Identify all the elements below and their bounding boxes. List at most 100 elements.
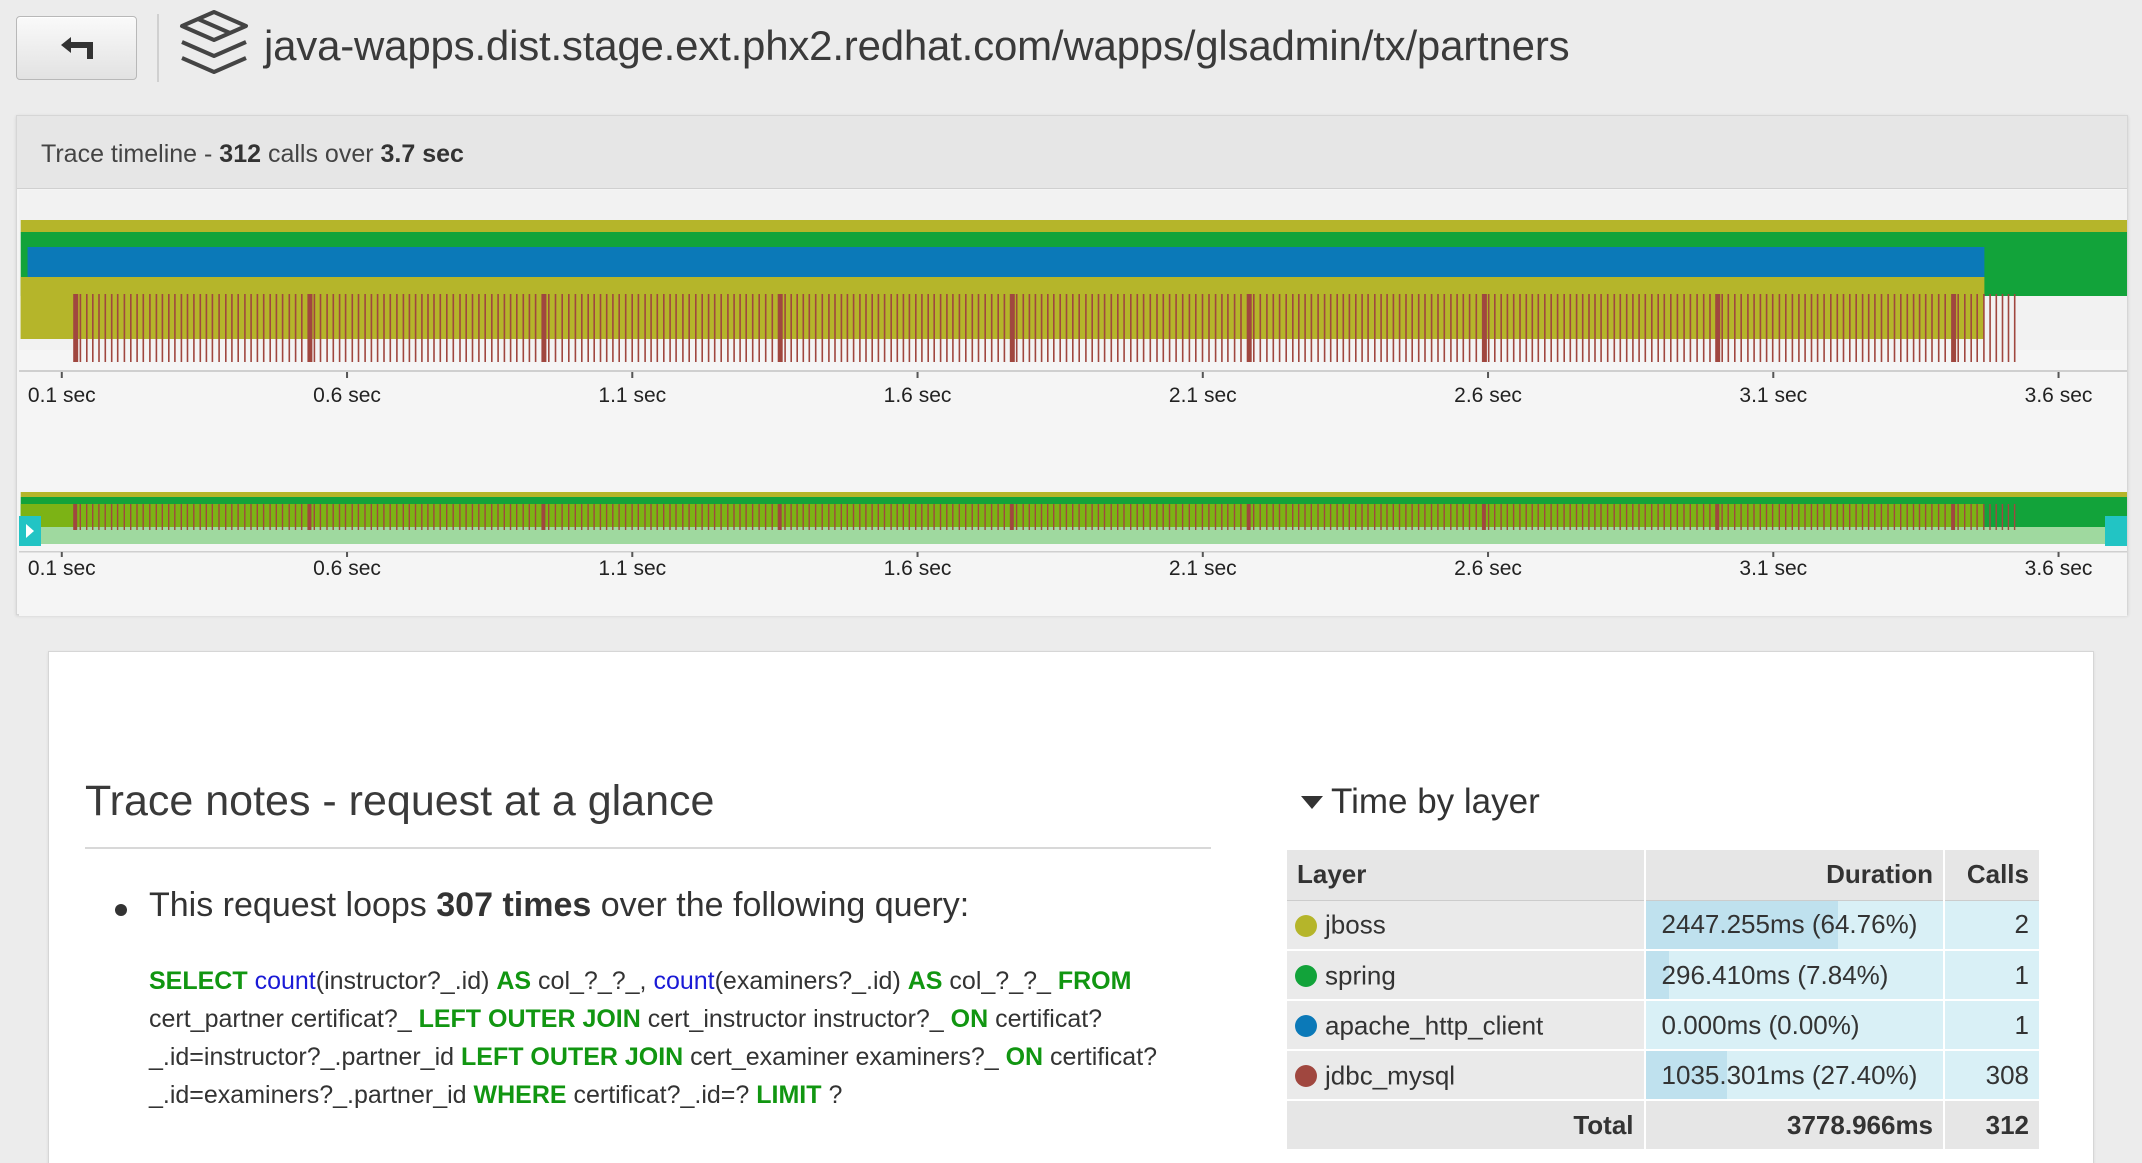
back-button[interactable] bbox=[16, 16, 137, 80]
overview-call-mark bbox=[682, 504, 684, 530]
table-row: jboss 2447.255ms (64.76%) 2 bbox=[1287, 900, 2041, 951]
jdbc-call-mark bbox=[1417, 294, 1420, 362]
jdbc-call-mark bbox=[1715, 294, 1721, 362]
jdbc-call-mark bbox=[1964, 294, 1966, 362]
jdbc-call-mark bbox=[155, 294, 158, 362]
overview-call-mark bbox=[2001, 504, 2004, 530]
jdbc-call-mark bbox=[1259, 294, 1262, 362]
sql-keyword: SELECT bbox=[149, 967, 248, 995]
overview-call-mark bbox=[193, 504, 195, 530]
jdbc-call-mark bbox=[1906, 294, 1909, 362]
time-by-layer-title: Time by layer bbox=[1331, 782, 1540, 821]
jdbc-call-mark bbox=[1544, 294, 1546, 362]
column-header-duration[interactable]: Duration bbox=[1644, 850, 1946, 901]
overview-call-mark bbox=[275, 504, 277, 530]
sql-text: col_?_?_ bbox=[942, 967, 1058, 995]
jdbc-call-mark bbox=[727, 294, 729, 362]
column-header-layer[interactable]: Layer bbox=[1287, 850, 1646, 901]
overview-call-mark bbox=[1575, 504, 1578, 530]
jdbc-call-mark bbox=[790, 294, 792, 362]
overview-call-mark bbox=[92, 504, 94, 530]
jdbc-call-mark bbox=[288, 294, 291, 362]
collapse-triangle-icon bbox=[1301, 795, 1323, 809]
timeline-overview-svg[interactable]: 0.1 sec 0.6 sec 1.1 sec 1.6 sec 2.1 sec 2.6 s… bbox=[17, 492, 2129, 616]
jdbc-call-mark bbox=[275, 294, 278, 362]
jdbc-call-mark bbox=[98, 294, 100, 362]
overview-call-mark bbox=[332, 504, 334, 530]
jdbc-call-mark bbox=[915, 294, 917, 362]
jdbc-call-mark bbox=[344, 294, 347, 362]
timeline-overview-chart[interactable]: 0.1 sec 0.6 sec 1.1 sec 1.6 sec 2.1 sec 2.6 s… bbox=[17, 492, 2129, 616]
overview-call-mark bbox=[612, 504, 614, 530]
jdbc-call-mark bbox=[1430, 294, 1433, 362]
jdbc-call-mark bbox=[1034, 294, 1037, 362]
overview-call-mark bbox=[1462, 504, 1464, 530]
jdbc-call-mark bbox=[465, 294, 467, 362]
jdbc-call-mark bbox=[1778, 294, 1781, 362]
jdbc-call-mark bbox=[383, 294, 385, 362]
overview-call-mark bbox=[1823, 504, 1825, 530]
duration-value: 2447.255ms (64.76%) bbox=[1661, 909, 1918, 940]
overview-call-mark bbox=[1040, 504, 1043, 530]
overview-call-mark bbox=[313, 504, 315, 530]
jdbc-call-mark bbox=[1130, 294, 1132, 362]
total-duration: 3778.966ms bbox=[1644, 1100, 1946, 1151]
overview-call-mark bbox=[777, 504, 782, 530]
overview-call-mark bbox=[301, 504, 303, 530]
overview-call-mark bbox=[548, 504, 550, 530]
duration-value: 0.000ms (0.00%) bbox=[1661, 1009, 1860, 1040]
jdbc-call-mark bbox=[509, 294, 512, 362]
jdbc-call-mark bbox=[1329, 294, 1332, 362]
jdbc-call-mark bbox=[1188, 294, 1191, 362]
overview-call-mark bbox=[503, 504, 505, 530]
overview-tick-label: 1.6 sec bbox=[884, 557, 952, 580]
jdbc-call-mark bbox=[1747, 294, 1749, 362]
overview-call-mark bbox=[1310, 504, 1312, 530]
tick-mark bbox=[346, 372, 349, 378]
overview-call-mark bbox=[205, 504, 207, 530]
overview-call-mark bbox=[1771, 504, 1774, 530]
jdbc-call-mark bbox=[1481, 294, 1487, 362]
jdbc-call-mark bbox=[1657, 294, 1659, 362]
jdbc-call-mark bbox=[1709, 294, 1711, 362]
sql-text: ? bbox=[821, 1081, 843, 1109]
sql-function: count bbox=[653, 967, 715, 995]
jdbc-call-mark bbox=[168, 294, 170, 362]
overview-call-mark bbox=[1924, 504, 1927, 530]
jdbc-call-mark bbox=[561, 294, 563, 362]
jdbc-call-mark bbox=[1893, 294, 1896, 362]
overview-call-mark bbox=[764, 504, 767, 530]
overview-call-mark bbox=[1500, 504, 1502, 530]
overview-call-mark bbox=[1361, 504, 1363, 530]
overview-call-mark bbox=[1912, 504, 1915, 530]
jdbc-call-mark bbox=[237, 294, 239, 362]
overview-call-mark bbox=[402, 504, 404, 530]
overview-call-mark bbox=[1810, 504, 1813, 530]
overview-call-mark bbox=[364, 504, 366, 530]
jdbc-call-mark bbox=[1632, 294, 1634, 362]
sql-text: certificat?_.id=? bbox=[566, 1081, 757, 1109]
jdbc-call-mark bbox=[1734, 294, 1736, 362]
jdbc-call-mark bbox=[1855, 294, 1857, 362]
column-header-calls[interactable]: Calls bbox=[1944, 850, 2041, 901]
jdbc-call-mark bbox=[814, 294, 817, 362]
overview-right-handle bbox=[2105, 516, 2127, 546]
overview-call-mark bbox=[828, 504, 830, 530]
overview-call-mark bbox=[1355, 504, 1357, 530]
jdbc-call-mark bbox=[471, 294, 474, 362]
table-header-row: Layer Duration Calls bbox=[1287, 850, 2041, 901]
tick-mark bbox=[1487, 372, 1490, 378]
overview-call-mark bbox=[1727, 504, 1729, 530]
overview-call-mark bbox=[1181, 504, 1184, 530]
jdbc-call-mark bbox=[682, 294, 684, 362]
jdbc-call-mark bbox=[205, 294, 208, 362]
jdbc-call-mark bbox=[459, 294, 461, 362]
overview-call-mark bbox=[915, 504, 917, 530]
jdbc-call-mark bbox=[439, 294, 442, 362]
overview-call-mark bbox=[1091, 504, 1093, 530]
jdbc-call-mark bbox=[1398, 294, 1401, 362]
overview-call-mark bbox=[1195, 504, 1197, 530]
top-bar: java-wapps.dist.stage.ext.phx2.redhat.co… bbox=[0, 0, 2142, 100]
time-by-layer-toggle[interactable]: Time by layer bbox=[1301, 782, 1540, 822]
jdbc-call-mark bbox=[1181, 294, 1184, 362]
